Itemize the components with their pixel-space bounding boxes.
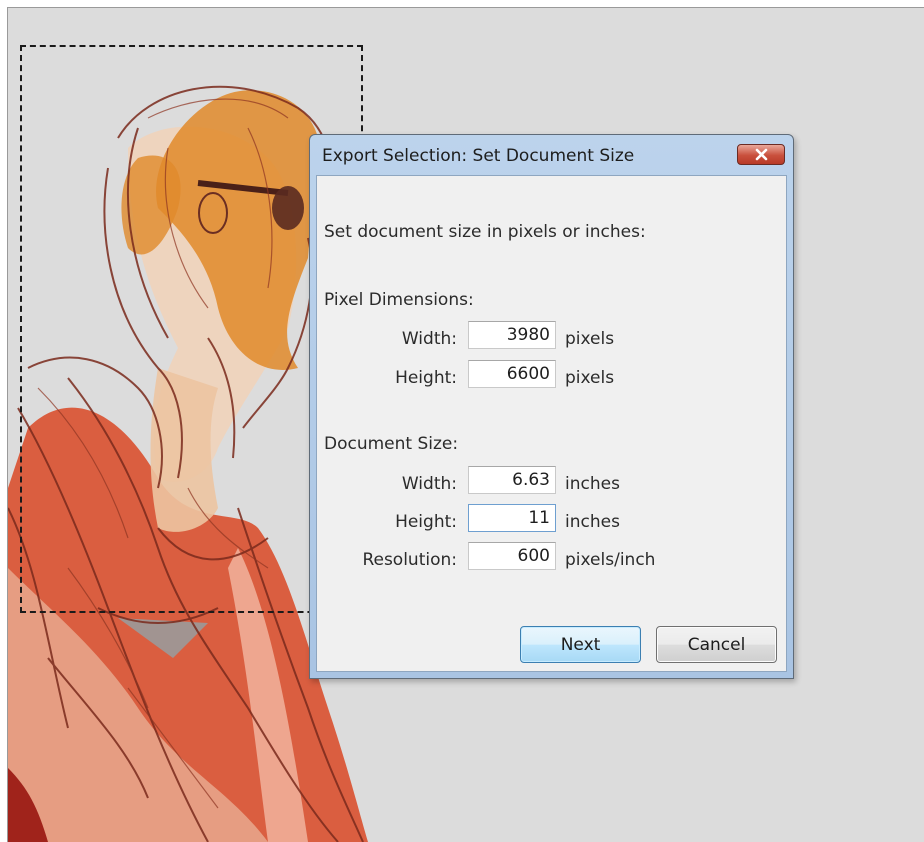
document-width-label: Width: [401,474,457,494]
pixel-width-label: Width: [401,329,457,349]
instruction-text: Set document size in pixels or inches: [324,222,646,242]
document-width-unit: inches [565,474,620,494]
pixel-height-input[interactable] [468,360,556,388]
resolution-input[interactable] [468,542,556,570]
export-selection-dialog: Export Selection: Set Document Size Set … [309,134,794,679]
pixel-width-unit: pixels [565,329,615,349]
dialog-title: Export Selection: Set Document Size [322,146,635,166]
next-button[interactable]: Next [520,626,641,663]
cancel-button[interactable]: Cancel [656,626,777,663]
resolution-unit: pixels/inch [565,550,656,570]
pixel-width-input[interactable] [468,321,556,349]
resolution-label: Resolution: [362,550,457,570]
document-height-label: Height: [395,512,457,532]
pixel-height-label: Height: [395,368,457,388]
close-icon [755,148,768,161]
dialog-titlebar[interactable]: Export Selection: Set Document Size [310,135,793,175]
close-button[interactable] [737,144,785,165]
document-size-heading: Document Size: [324,434,459,454]
document-width-input[interactable] [468,466,556,494]
dialog-body: Set document size in pixels or inches: P… [316,175,787,672]
pixel-height-unit: pixels [565,368,615,388]
pixel-dimensions-heading: Pixel Dimensions: [324,290,474,310]
document-height-unit: inches [565,512,620,532]
document-height-input[interactable] [468,504,556,532]
